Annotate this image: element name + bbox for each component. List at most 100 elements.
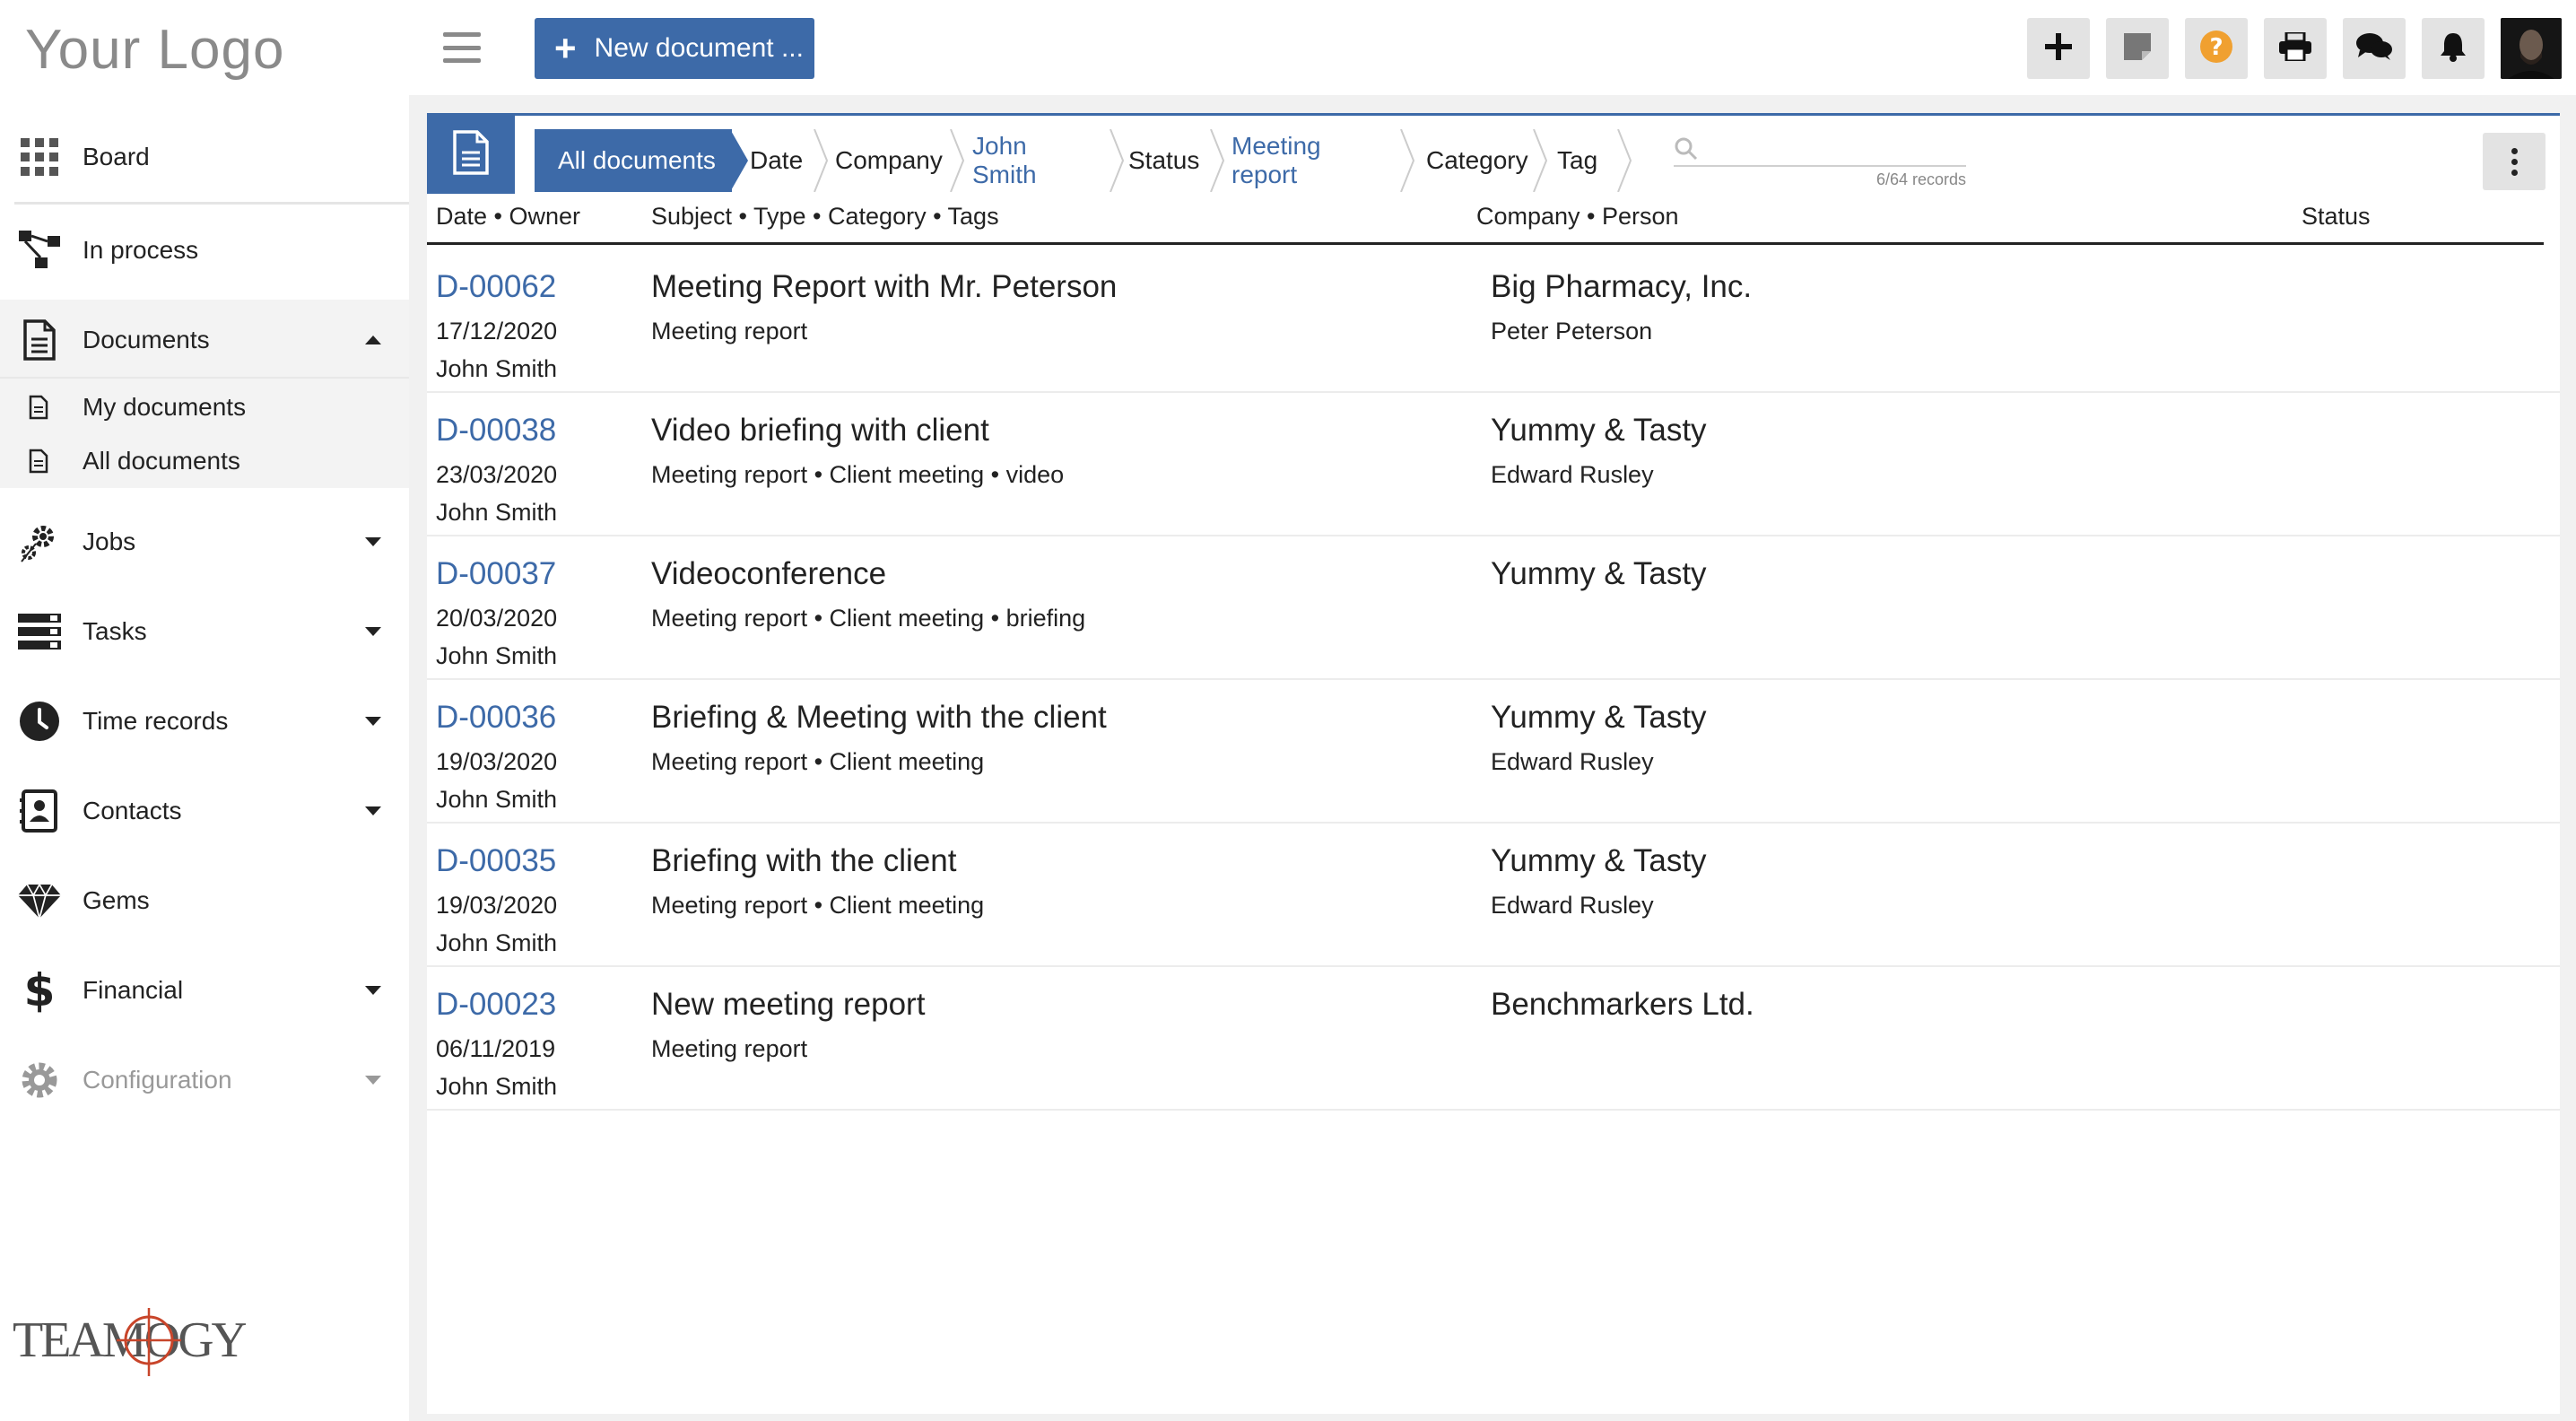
column-header-company[interactable]: Company • Person bbox=[1476, 203, 1679, 231]
crumb-label: Meeting report bbox=[1231, 132, 1321, 188]
sidebar-item-time-records[interactable]: Time records bbox=[0, 681, 409, 762]
document-subject: Video briefing with client bbox=[651, 413, 989, 448]
chevron-right-icon bbox=[1110, 129, 1125, 192]
sidebar-subitem-all-documents[interactable]: All documents bbox=[0, 434, 409, 488]
document-owner: John Smith bbox=[436, 786, 558, 813]
sidebar-item-financial[interactable]: $ Financial bbox=[0, 950, 409, 1031]
sidebar-item-label: Documents bbox=[83, 326, 210, 353]
crumb-label: Status bbox=[1128, 146, 1200, 174]
sidebar-item-label: Financial bbox=[83, 976, 184, 1004]
chevron-up-icon[interactable] bbox=[365, 336, 381, 344]
document-date: 19/03/2020 bbox=[436, 748, 558, 775]
header-divider bbox=[427, 242, 2544, 245]
document-company: Yummy & Tasty bbox=[1491, 413, 1707, 448]
divider bbox=[14, 202, 409, 205]
document-subject: Meeting Report with Mr. Peterson bbox=[651, 269, 1118, 304]
crumb-status[interactable]: Status bbox=[1128, 129, 1199, 192]
notifications-button[interactable] bbox=[2422, 18, 2485, 79]
sidebar-item-documents[interactable]: Documents bbox=[0, 300, 409, 380]
document-date: 17/12/2020 bbox=[436, 318, 558, 344]
search-underline bbox=[1674, 165, 1966, 167]
document-meta: Meeting report • Client meeting • video bbox=[651, 461, 1065, 488]
more-options-button[interactable] bbox=[2483, 133, 2546, 190]
help-button[interactable]: ? bbox=[2185, 18, 2248, 79]
document-id-link[interactable]: D-00036 bbox=[436, 700, 556, 736]
print-icon bbox=[2279, 31, 2311, 65]
sidebar-subitem-my-documents[interactable]: My documents bbox=[0, 380, 409, 434]
sidebar-item-tasks[interactable]: Tasks bbox=[0, 591, 409, 672]
chevron-right-icon bbox=[814, 129, 829, 192]
search-input[interactable] bbox=[1701, 135, 1961, 165]
chat-button[interactable] bbox=[2343, 18, 2406, 79]
chat-icon bbox=[2356, 32, 2392, 65]
sidebar-item-label: Configuration bbox=[83, 1066, 232, 1094]
dot bbox=[2511, 169, 2518, 176]
plus-icon: + bbox=[554, 27, 577, 69]
crumb-label: Company bbox=[835, 146, 943, 174]
hamburger-line bbox=[443, 32, 481, 37]
print-button[interactable] bbox=[2264, 18, 2327, 79]
table-row[interactable]: D-00038 23/03/2020 John Smith Video brie… bbox=[427, 393, 2560, 536]
table-row[interactable]: D-00037 20/03/2020 John Smith Videoconfe… bbox=[427, 536, 2560, 680]
chevron-down-icon[interactable] bbox=[365, 986, 381, 995]
crumb-meeting-report[interactable]: Meeting report bbox=[1231, 129, 1321, 192]
plus-icon bbox=[2045, 32, 2072, 65]
search-box: 6/64 records bbox=[1674, 135, 1966, 188]
table-row[interactable]: D-00023 06/11/2019 John Smith New meetin… bbox=[427, 967, 2560, 1111]
chevron-down-icon[interactable] bbox=[365, 717, 381, 726]
document-id-link[interactable]: D-00035 bbox=[436, 843, 556, 879]
table-row[interactable]: D-00036 19/03/2020 John Smith Briefing &… bbox=[427, 680, 2560, 824]
sidebar-item-jobs[interactable]: Jobs bbox=[0, 501, 409, 582]
crumb-date[interactable]: Date bbox=[750, 129, 803, 192]
dollar-icon: $ bbox=[23, 964, 56, 1016]
menu-toggle-button[interactable] bbox=[443, 32, 481, 63]
clock-icon bbox=[18, 700, 61, 743]
document-owner: John Smith bbox=[436, 929, 558, 956]
chevron-down-icon[interactable] bbox=[365, 806, 381, 815]
document-id-link[interactable]: D-00062 bbox=[436, 269, 556, 305]
chevron-down-icon[interactable] bbox=[365, 627, 381, 636]
sidebar-item-board[interactable]: Board bbox=[0, 117, 409, 197]
document-id-link[interactable]: D-00037 bbox=[436, 556, 556, 592]
add-button[interactable] bbox=[2027, 18, 2090, 79]
column-header-status[interactable]: Status bbox=[2302, 203, 2371, 231]
crumb-category[interactable]: Category bbox=[1426, 129, 1528, 192]
table-row[interactable]: D-00062 17/12/2020 John Smith Meeting Re… bbox=[427, 249, 2560, 393]
new-document-button[interactable]: + New document ... bbox=[535, 18, 814, 79]
documents-module-icon bbox=[427, 115, 515, 194]
crumb-company[interactable]: Company bbox=[835, 129, 943, 192]
workflow-icon bbox=[18, 229, 61, 272]
crumb-tag[interactable]: Tag bbox=[1557, 129, 1597, 192]
chevron-down-icon[interactable] bbox=[365, 537, 381, 546]
bell-icon bbox=[2440, 31, 2467, 66]
document-id-link[interactable]: D-00038 bbox=[436, 413, 556, 449]
column-header-subject[interactable]: Subject • Type • Category • Tags bbox=[651, 203, 999, 231]
sidebar-item-configuration[interactable]: Configuration bbox=[0, 1040, 409, 1120]
chevron-down-icon[interactable] bbox=[365, 1076, 381, 1085]
document-company: Yummy & Tasty bbox=[1491, 700, 1707, 735]
sidebar-item-in-process[interactable]: In process bbox=[0, 210, 409, 291]
note-icon bbox=[2124, 32, 2151, 65]
crumb-label: Category bbox=[1426, 146, 1528, 174]
table-row[interactable]: D-00035 19/03/2020 John Smith Briefing w… bbox=[427, 824, 2560, 967]
app-logo[interactable]: Your Logo bbox=[25, 18, 284, 82]
document-person: Edward Rusley bbox=[1491, 461, 1654, 488]
notes-button[interactable] bbox=[2106, 18, 2169, 79]
sidebar-item-gems[interactable]: Gems bbox=[0, 860, 409, 941]
new-document-label: New document ... bbox=[594, 33, 804, 63]
document-date: 20/03/2020 bbox=[436, 605, 558, 632]
document-id-link[interactable]: D-00023 bbox=[436, 987, 556, 1023]
sidebar-item-contacts[interactable]: Contacts bbox=[0, 771, 409, 851]
contact-book-icon bbox=[18, 789, 61, 833]
crumb-john-smith[interactable]: John Smith bbox=[972, 129, 1037, 192]
hamburger-line bbox=[443, 45, 481, 50]
grid-icon bbox=[18, 135, 61, 179]
crumb-all-documents[interactable]: All documents bbox=[535, 129, 732, 192]
sidebar-item-label: In process bbox=[83, 236, 199, 264]
avatar[interactable] bbox=[2501, 18, 2562, 79]
divider bbox=[0, 377, 409, 379]
crumb-label: John Smith bbox=[972, 132, 1037, 188]
chevron-right-icon bbox=[730, 129, 748, 192]
column-header-date-owner[interactable]: Date • Owner bbox=[436, 203, 580, 231]
document-meta: Meeting report • Client meeting bbox=[651, 892, 985, 919]
